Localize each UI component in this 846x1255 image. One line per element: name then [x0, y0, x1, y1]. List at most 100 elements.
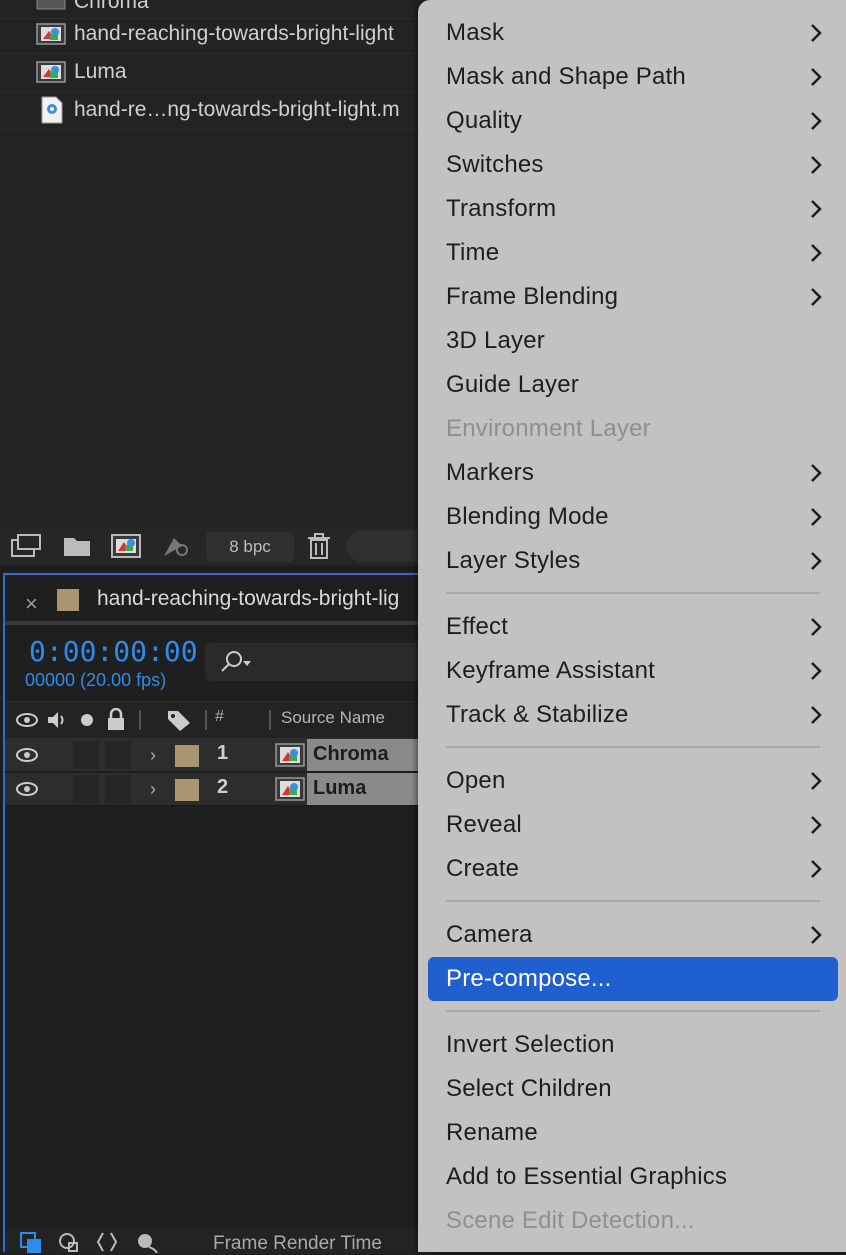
project-item[interactable]: Luma — [0, 53, 430, 92]
lock-toggle[interactable] — [105, 741, 131, 769]
chevron-right-icon — [811, 464, 822, 482]
menu-item-label: Camera — [446, 921, 533, 948]
menu-separator — [446, 592, 820, 594]
layer-name[interactable]: Chroma — [313, 743, 389, 766]
eye-icon — [16, 713, 38, 727]
menu-item-frame-blending[interactable]: Frame Blending — [418, 275, 846, 319]
menu-item-invert-selection[interactable]: Invert Selection — [418, 1023, 846, 1067]
chevron-right-icon — [811, 618, 822, 636]
timeline-search-input[interactable] — [205, 643, 435, 681]
composition-icon — [275, 777, 305, 801]
menu-item-label: Guide Layer — [446, 371, 579, 398]
menu-item-blending-mode[interactable]: Blending Mode — [418, 495, 846, 539]
menu-item-layer-styles[interactable]: Layer Styles — [418, 539, 846, 583]
tab-underline — [5, 621, 435, 625]
menu-item-label: Environment Layer — [446, 415, 651, 442]
interpret-footage-icon[interactable] — [10, 532, 42, 560]
menu-item-label: Transform — [446, 195, 557, 222]
expand-chevron-icon[interactable]: › — [150, 745, 156, 766]
menu-item-label: Quality — [446, 107, 523, 134]
menu-item-keyframe-assistant[interactable]: Keyframe Assistant — [418, 649, 846, 693]
chevron-right-icon — [811, 112, 822, 130]
layer-row[interactable]: › 2 Luma — [5, 773, 437, 806]
solo-toggle[interactable] — [73, 775, 99, 803]
menu-item-label: Rename — [446, 1119, 538, 1146]
menu-item-reveal[interactable]: Reveal — [418, 803, 846, 847]
menu-item-label: Blending Mode — [446, 503, 609, 530]
composition-icon — [36, 61, 66, 83]
composition-navigator-icon[interactable] — [19, 1231, 43, 1253]
layer-label-swatch[interactable] — [175, 745, 199, 767]
new-folder-icon[interactable] — [62, 532, 94, 560]
menu-item-track-stabilize[interactable]: Track & Stabilize — [418, 693, 846, 737]
render-settings-icon[interactable] — [160, 532, 192, 560]
chevron-right-icon — [811, 926, 822, 944]
menu-item-pre-compose[interactable]: Pre-compose... — [428, 957, 838, 1001]
new-composition-icon[interactable] — [110, 532, 142, 560]
menu-item-label: Reveal — [446, 811, 522, 838]
layer-number: 1 — [217, 742, 229, 764]
project-item-label: Chroma — [74, 0, 149, 13]
menu-item-select-children[interactable]: Select Children — [418, 1067, 846, 1111]
menu-item-label: Track & Stabilize — [446, 701, 629, 728]
transfer-controls-icon[interactable] — [95, 1231, 119, 1253]
expand-chevron-icon[interactable]: › — [150, 779, 156, 800]
menu-item-mask-and-shape-path[interactable]: Mask and Shape Path — [418, 55, 846, 99]
menu-item-mask[interactable]: Mask — [418, 11, 846, 55]
current-time-display[interactable]: 0:00:00:00 — [29, 635, 198, 668]
menu-item-camera[interactable]: Camera — [418, 913, 846, 957]
menu-item-label: Time — [446, 239, 500, 266]
column-separator — [139, 710, 141, 730]
chevron-right-icon — [811, 860, 822, 878]
motion-blur-icon[interactable] — [133, 1231, 159, 1253]
layer-switches-icon[interactable] — [57, 1231, 81, 1253]
menu-separator — [446, 900, 820, 902]
layer-context-menu: Mask Mask and Shape Path Quality Switche… — [418, 0, 846, 1252]
chevron-right-icon — [811, 706, 822, 724]
chevron-right-icon — [811, 156, 822, 174]
menu-item-label: Pre-compose... — [446, 965, 612, 992]
menu-item-label: Frame Blending — [446, 283, 619, 310]
project-panel: Chroma hand-reaching-towards-bright-ligh… — [0, 0, 446, 566]
solo-toggle[interactable] — [73, 741, 99, 769]
frame-count-display: 00000 (20.00 fps) — [25, 670, 167, 690]
menu-item-open[interactable]: Open — [418, 759, 846, 803]
menu-item-rename[interactable]: Rename — [418, 1111, 846, 1155]
menu-item-transform[interactable]: Transform — [418, 187, 846, 231]
source-name-header[interactable]: Source Name — [281, 708, 385, 728]
menu-item-label: Markers — [446, 459, 535, 486]
menu-item-switches[interactable]: Switches — [418, 143, 846, 187]
eye-icon[interactable] — [15, 745, 39, 765]
project-item-label: hand-reaching-towards-bright-light — [74, 22, 394, 45]
menu-item-markers[interactable]: Markers — [418, 451, 846, 495]
project-item[interactable]: hand-re…ng-towards-bright-light.m — [0, 91, 430, 130]
menu-item-add-to-essential-graphics[interactable]: Add to Essential Graphics — [418, 1155, 846, 1199]
menu-item-create[interactable]: Create — [418, 847, 846, 891]
layer-label-swatch[interactable] — [175, 779, 199, 801]
menu-item-3d-layer[interactable]: 3D Layer — [418, 319, 846, 363]
search-icon — [221, 651, 251, 672]
layer-name[interactable]: Luma — [313, 777, 366, 800]
menu-item-label: Add to Essential Graphics — [446, 1163, 728, 1190]
close-tab-button[interactable]: × — [25, 591, 38, 617]
menu-item-time[interactable]: Time — [418, 231, 846, 275]
menu-item-effect[interactable]: Effect — [418, 605, 846, 649]
layer-number-header: # — [215, 708, 224, 725]
chevron-right-icon — [811, 288, 822, 306]
menu-item-quality[interactable]: Quality — [418, 99, 846, 143]
menu-item-label: Mask — [446, 19, 505, 46]
menu-separator — [446, 1010, 820, 1012]
project-item[interactable]: hand-reaching-towards-bright-light — [0, 15, 430, 54]
eye-icon[interactable] — [15, 779, 39, 799]
bit-depth-button[interactable]: 8 bpc — [206, 532, 294, 562]
layer-row[interactable]: › 1 Chroma — [5, 739, 437, 772]
lock-toggle[interactable] — [105, 775, 131, 803]
menu-item-label: Select Children — [446, 1075, 612, 1102]
composition-tab-title[interactable]: hand-reaching-towards-bright-lig — [97, 587, 399, 611]
menu-item-label: Mask and Shape Path — [446, 63, 686, 90]
column-separator — [269, 710, 271, 730]
trash-icon[interactable] — [305, 532, 333, 560]
menu-item-guide-layer[interactable]: Guide Layer — [418, 363, 846, 407]
chevron-right-icon — [811, 552, 822, 570]
audio-speaker-icon — [48, 712, 64, 728]
